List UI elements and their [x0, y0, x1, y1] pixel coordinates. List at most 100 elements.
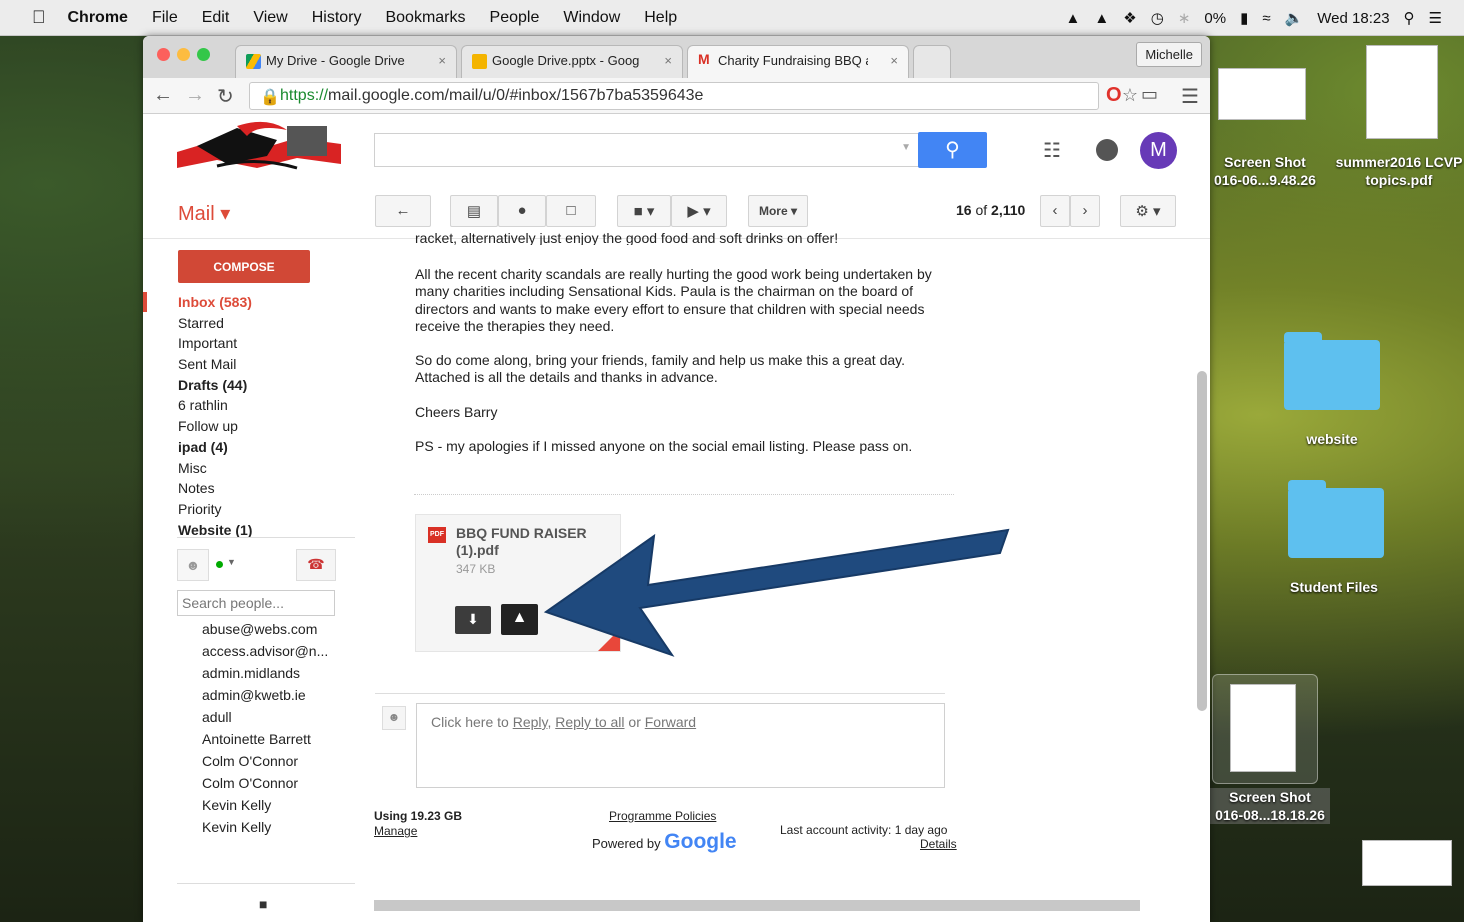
reply-link[interactable]: Reply [513, 714, 548, 730]
new-tab-button[interactable] [913, 45, 951, 78]
search-options-chevron-icon[interactable]: ▼ [901, 142, 911, 153]
profile-button[interactable]: Michelle [1136, 42, 1202, 67]
menu-bookmarks[interactable]: Bookmarks [385, 9, 465, 27]
contact-item[interactable]: Colm O'Connor [202, 753, 328, 775]
desktop-pdf-thumb[interactable] [1366, 45, 1438, 139]
settings-button[interactable]: ⚙ ▾ [1120, 195, 1176, 227]
cast-icon[interactable]: ▭ [1141, 84, 1158, 105]
close-tab-icon[interactable]: × [890, 53, 898, 68]
newer-button[interactable]: ‹ [1040, 195, 1070, 227]
delete-button[interactable]: □ [546, 195, 596, 227]
reload-icon[interactable]: ↻ [217, 84, 234, 109]
chat-bubble-icon[interactable]: ■ [259, 896, 267, 912]
contact-item[interactable]: admin.midlands [202, 665, 328, 687]
label-priority[interactable]: Priority [178, 501, 252, 522]
label-6-rathlin[interactable]: 6 rathlin [178, 397, 252, 418]
apple-icon[interactable]:  [32, 7, 46, 28]
folder-icon[interactable] [1284, 332, 1380, 410]
contact-item[interactable]: Kevin Kelly [202, 797, 328, 819]
label-sent-mail[interactable]: Sent Mail [178, 356, 252, 377]
minimize-window-button[interactable] [177, 48, 190, 61]
bluetooth-icon[interactable]: ∗ [1178, 9, 1191, 27]
vertical-scrollbar[interactable] [1197, 371, 1207, 711]
activity-details-link[interactable]: Details [920, 837, 957, 851]
label-notes[interactable]: Notes [178, 480, 252, 501]
chrome-menu-icon[interactable]: ☰ [1181, 84, 1199, 109]
close-tab-icon[interactable]: × [438, 53, 446, 68]
desktop-item-summer-pdf[interactable]: summer2016 LCVP topics.pdf [1334, 153, 1464, 189]
search-people-input[interactable]: Search people... [177, 590, 335, 616]
drive-sync-icon[interactable]: ▲ [1094, 10, 1109, 27]
spotlight-icon[interactable]: ⚲ [1404, 9, 1415, 27]
bookmark-star-icon[interactable]: ☆ [1122, 85, 1138, 106]
desktop-item-screenshot-2[interactable]: Screen Shot 016-08...18.18.26 [1210, 788, 1330, 824]
contact-item[interactable]: adull [202, 709, 328, 731]
menu-app-chrome[interactable]: Chrome [68, 9, 128, 27]
tab-google-slides[interactable]: Google Drive.pptx - Google × [461, 45, 683, 78]
mail-switcher[interactable]: Mail ▾ [178, 201, 230, 226]
clock[interactable]: Wed 18:23 [1317, 10, 1389, 27]
attachment-card[interactable]: PDF BBQ FUND RAISER (1).pdf 347 KB ⬇ ▲ [415, 514, 621, 652]
menu-help[interactable]: Help [644, 9, 677, 27]
opera-icon[interactable]: O [1106, 84, 1122, 107]
archive-button[interactable]: ▤ [450, 195, 498, 227]
dropbox-icon[interactable]: ❖ [1123, 9, 1136, 27]
desktop-screenshot-thumb-1[interactable] [1218, 68, 1306, 120]
desktop-item-screenshot-1[interactable]: Screen Shot 016-06...9.48.26 [1210, 153, 1320, 189]
menu-history[interactable]: History [312, 9, 362, 27]
menu-edit[interactable]: Edit [202, 9, 230, 27]
labels-button[interactable]: ▶ ▾ [671, 195, 727, 227]
folder-icon[interactable] [1288, 480, 1384, 558]
menu-view[interactable]: View [253, 9, 287, 27]
notifications-icon[interactable] [1096, 139, 1118, 161]
volume-icon[interactable]: 🔈 [1285, 9, 1304, 27]
menu-file[interactable]: File [152, 9, 178, 27]
close-window-button[interactable] [157, 48, 170, 61]
contact-item[interactable]: access.advisor@n... [202, 643, 328, 665]
label-misc[interactable]: Misc [178, 460, 252, 481]
adobe-icon[interactable]: ▲ [1066, 10, 1081, 27]
notification-center-icon[interactable]: ☰ [1429, 9, 1442, 27]
battery-icon[interactable]: ▮ [1240, 9, 1248, 27]
desktop-item-student-files[interactable]: Student Files [1276, 578, 1392, 596]
reply-all-link[interactable]: Reply to all [555, 714, 624, 730]
account-avatar[interactable]: M [1140, 132, 1177, 169]
manage-storage-link[interactable]: Manage [374, 824, 417, 838]
contact-item[interactable]: admin@kwetb.ie [202, 687, 328, 709]
contact-item[interactable]: Antoinette Barrett [202, 731, 328, 753]
site-logo[interactable] [177, 116, 341, 182]
battery-percent[interactable]: 0% [1204, 10, 1226, 27]
mail-search-input[interactable]: ▼ [374, 133, 920, 167]
back-to-inbox-button[interactable]: ← [375, 195, 431, 227]
reply-box[interactable]: Click here to Reply, Reply to all or For… [416, 703, 945, 788]
label-important[interactable]: Important [178, 335, 252, 356]
presence-status-icon[interactable] [216, 561, 223, 568]
report-spam-button[interactable]: ● [498, 195, 546, 227]
presence-chevron-icon[interactable]: ▼ [227, 557, 236, 567]
chat-self-avatar[interactable]: ☻ [177, 549, 209, 581]
desktop-screenshot-thumb-3[interactable] [1362, 840, 1452, 886]
move-to-button[interactable]: ■ ▾ [617, 195, 671, 227]
desktop-item-website[interactable]: website [1276, 430, 1388, 448]
label-follow-up[interactable]: Follow up [178, 418, 252, 439]
menu-window[interactable]: Window [563, 9, 620, 27]
back-icon[interactable]: ← [153, 84, 173, 107]
tab-gmail[interactable]: M Charity Fundraising BBQ at × [687, 45, 909, 78]
contact-item[interactable]: Colm O'Connor [202, 775, 328, 797]
forward-link[interactable]: Forward [645, 714, 696, 730]
label-inbox[interactable]: Inbox (583) [178, 294, 252, 315]
label-website[interactable]: Website (1) [178, 522, 252, 543]
label-drafts[interactable]: Drafts (44) [178, 377, 252, 398]
time-machine-icon[interactable]: ◷ [1151, 9, 1164, 27]
search-button[interactable]: ⚲ [918, 132, 987, 168]
wifi-icon[interactable]: ≈ [1262, 10, 1270, 27]
label-ipad[interactable]: ipad (4) [178, 439, 252, 460]
contact-item[interactable]: abuse@webs.com [202, 621, 328, 643]
contact-item[interactable]: Kevin Kelly [202, 819, 328, 841]
make-call-button[interactable]: ☎ [296, 549, 336, 581]
older-button[interactable]: › [1070, 195, 1100, 227]
save-to-drive-button[interactable]: ▲ [501, 604, 538, 635]
address-bar[interactable]: 🔒 https://mail.google.com/mail/u/0/#inbo… [249, 82, 1138, 110]
compose-button[interactable]: COMPOSE [178, 250, 310, 283]
download-attachment-button[interactable]: ⬇ [455, 606, 491, 634]
